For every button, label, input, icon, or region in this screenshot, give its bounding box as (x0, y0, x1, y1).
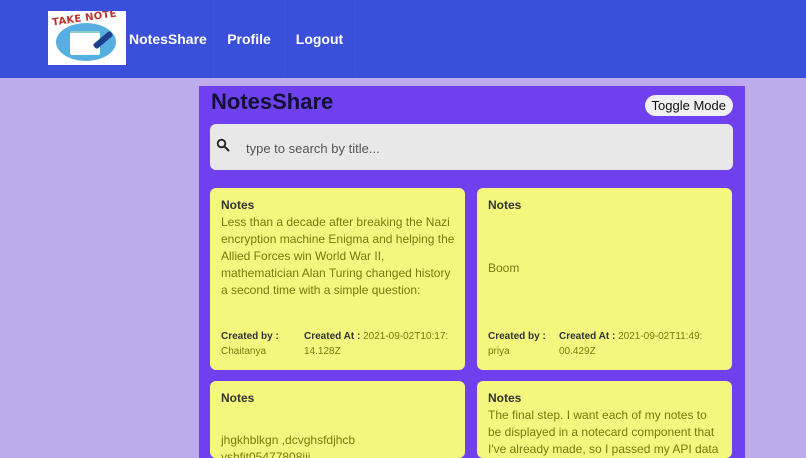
created-by-value: priya (488, 346, 510, 357)
note-body: Boom (488, 261, 520, 275)
note-card[interactable]: Notes Less than a decade after breaking … (210, 188, 465, 370)
note-title: Notes (488, 198, 522, 212)
logo[interactable]: TAKE NOTE (48, 11, 126, 65)
note-title: Notes (221, 198, 255, 212)
created-by-label: Created by : (221, 331, 279, 342)
note-card[interactable]: Notes The final step. I want each of my … (477, 381, 732, 458)
nav-logout-link[interactable]: Logout (284, 0, 356, 78)
notes-panel: NotesShare Toggle Mode Notes Less than a… (199, 86, 745, 458)
search-bar (210, 124, 733, 172)
toggle-mode-button[interactable]: Toggle Mode (644, 95, 733, 116)
page-title: NotesShare (211, 89, 334, 114)
note-title: Notes (488, 391, 522, 405)
note-card[interactable]: Notes jhgkhblkgn ,dcvghsfdjhcb vshfjt054… (210, 381, 465, 458)
nav-profile-link[interactable]: Profile (213, 0, 285, 78)
created-at: Created At : 2021-09-02T11:49:00.429Z (559, 329, 704, 359)
search-input[interactable] (244, 124, 718, 172)
created-by-label: Created by : (488, 331, 546, 342)
navbar: TAKE NOTE NotesShare Profile Logout (0, 0, 806, 78)
created-by: Created by : Chaitanya (221, 329, 285, 359)
created-at-label: Created At : (304, 331, 361, 342)
created-at: Created At : 2021-09-02T10:17:14.128Z (304, 329, 449, 359)
created-by: Created by : priya (488, 329, 552, 359)
note-card[interactable]: Notes Boom Created by : priya Created At… (477, 188, 732, 370)
note-body: jhgkhblkgn ,dcvghsfdjhcb vshfjt05477808j… (221, 433, 356, 458)
note-body: The final step. I want each of my notes … (488, 408, 719, 456)
search-icon (216, 138, 230, 152)
note-title: Notes (221, 391, 255, 405)
note-body: Less than a decade after breaking the Na… (221, 215, 455, 297)
created-at-label: Created At : (559, 331, 616, 342)
created-by-value: Chaitanya (221, 346, 267, 357)
nav-brand-link[interactable]: NotesShare (129, 0, 207, 78)
